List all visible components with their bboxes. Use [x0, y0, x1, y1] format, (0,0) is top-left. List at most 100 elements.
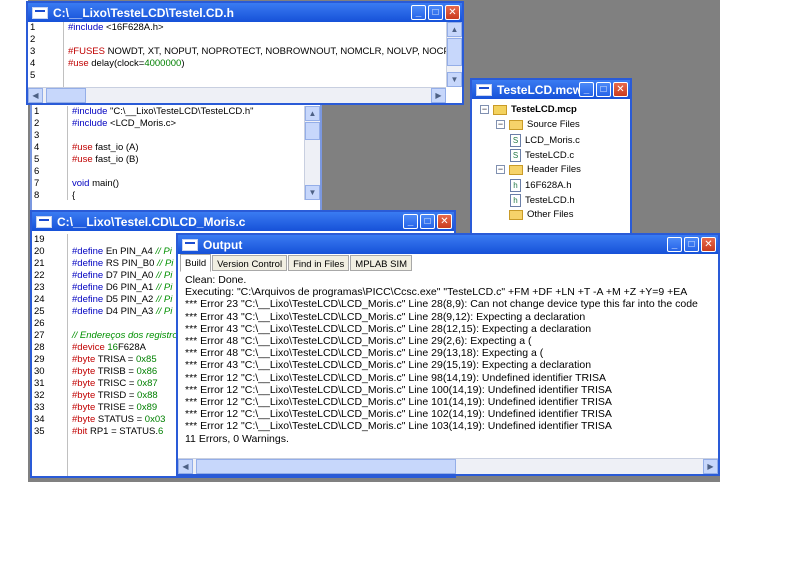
- maximize-button[interactable]: □: [684, 237, 699, 252]
- scroll-down-arrow-icon[interactable]: ▼: [305, 185, 320, 200]
- code-line[interactable]: [72, 166, 304, 178]
- window-title: C:\__Lixo\TesteLCD\Testel.CD.h: [53, 5, 234, 20]
- output-line[interactable]: *** Error 43 "C:\__Lixo\TesteLCD\LCD_Mor…: [185, 311, 716, 323]
- scroll-thumb[interactable]: [46, 88, 86, 103]
- output-window[interactable]: Output _ □ ✕ Build Version Control Find …: [176, 233, 720, 476]
- line-number: 1: [34, 106, 40, 117]
- workspace-icon: [476, 83, 492, 96]
- code-line[interactable]: #include <LCD_Moris.c>: [72, 118, 304, 130]
- code-area[interactable]: 12345 #include <16F628A.h> #FUSES NOWDT, …: [28, 22, 446, 87]
- tree-item[interactable]: Other Files: [496, 209, 573, 220]
- scroll-thumb[interactable]: [447, 38, 462, 66]
- output-line[interactable]: *** Error 43 "C:\__Lixo\TesteLCD\LCD_Mor…: [185, 359, 716, 371]
- output-line[interactable]: *** Error 23 "C:\__Lixo\TesteLCD\LCD_Mor…: [185, 298, 716, 310]
- code-line[interactable]: #include <16F628A.h>: [68, 22, 446, 34]
- project-window[interactable]: TesteLCD.mcw _ □ ✕ − TesteLCD.mcp − Source …: [470, 78, 632, 236]
- output-line[interactable]: *** Error 12 "C:\__Lixo\TesteLCD\LCD_Mor…: [185, 384, 716, 396]
- tree-item[interactable]: − TesteLCD.mcp: [480, 104, 577, 115]
- minimize-button[interactable]: _: [579, 82, 594, 97]
- output-line[interactable]: *** Error 12 "C:\__Lixo\TesteLCD\LCD_Mor…: [185, 420, 716, 432]
- maximize-button[interactable]: □: [428, 5, 443, 20]
- scroll-right-arrow-icon[interactable]: ▶: [703, 459, 718, 474]
- output-line[interactable]: 11 Errors, 0 Warnings.: [185, 433, 716, 445]
- code-token: {: [72, 190, 76, 200]
- output-line[interactable]: Executing: "C:\Arquivos de programas\PIC…: [185, 286, 716, 298]
- close-button[interactable]: ✕: [445, 5, 460, 20]
- code-token: D4 PIN_A3: [105, 306, 156, 317]
- tree-item[interactable]: − Source Files: [496, 119, 580, 130]
- code-line[interactable]: #use fast_io (B): [72, 154, 304, 166]
- vertical-scrollbar[interactable]: ▲ ▼: [446, 22, 462, 87]
- close-button[interactable]: ✕: [701, 237, 716, 252]
- expand-collapse-icon[interactable]: −: [480, 105, 489, 114]
- scroll-up-arrow-icon[interactable]: ▲: [305, 106, 320, 121]
- code-line[interactable]: #include "C:\__Lixo\TesteLCD\TesteLCD.h": [72, 106, 304, 118]
- code-token: 0x87: [137, 378, 158, 389]
- tab-build[interactable]: Build: [180, 254, 212, 272]
- window-titlebar[interactable]: Output _ □ ✕: [178, 235, 718, 254]
- scroll-thumb[interactable]: [196, 459, 456, 474]
- maximize-button[interactable]: □: [420, 214, 435, 229]
- editor-window-testelcd-h[interactable]: C:\__Lixo\TesteLCD\Testel.CD.h _ □ ✕ 123…: [26, 1, 464, 105]
- scroll-right-arrow-icon[interactable]: ▶: [431, 88, 446, 103]
- editor-window-testelcd-c[interactable]: 12345678 #include "C:\__Lixo\TesteLCD\Te…: [30, 88, 322, 218]
- close-button[interactable]: ✕: [437, 214, 452, 229]
- output-line[interactable]: Clean: Done.: [185, 274, 716, 286]
- tree-item[interactable]: h TesteLCD.h: [510, 194, 575, 207]
- horizontal-scrollbar[interactable]: ◀ ▶: [178, 458, 718, 474]
- code-token: // Pi: [155, 282, 173, 293]
- expand-collapse-icon[interactable]: −: [496, 165, 505, 174]
- code-line[interactable]: #use fast_io (A): [72, 142, 304, 154]
- output-line[interactable]: *** Error 43 "C:\__Lixo\TesteLCD\LCD_Mor…: [185, 323, 716, 335]
- output-line[interactable]: *** Error 12 "C:\__Lixo\TesteLCD\LCD_Mor…: [185, 396, 716, 408]
- tree-item[interactable]: − Header Files: [496, 164, 581, 175]
- line-number: 30: [34, 366, 45, 377]
- code-line[interactable]: {: [72, 190, 304, 200]
- scroll-down-arrow-icon[interactable]: ▼: [447, 72, 462, 87]
- tab-version-control[interactable]: Version Control: [212, 255, 288, 271]
- minimize-button[interactable]: _: [411, 5, 426, 20]
- code-lines[interactable]: #include <16F628A.h> #FUSES NOWDT, XT, NO…: [68, 22, 446, 82]
- output-line[interactable]: *** Error 48 "C:\__Lixo\TesteLCD\LCD_Mor…: [185, 347, 716, 359]
- window-titlebar[interactable]: C:\__Lixo\TesteLCD\Testel.CD.h _ □ ✕: [28, 3, 462, 22]
- tree-item[interactable]: S LCD_Moris.c: [510, 134, 580, 147]
- code-token: <LCD_Moris.c>: [110, 118, 177, 129]
- code-line[interactable]: [72, 130, 304, 142]
- window-titlebar[interactable]: TesteLCD.mcw _ □ ✕: [472, 80, 630, 99]
- code-token: delay(clock=: [91, 58, 145, 69]
- tab-mplab-sim[interactable]: MPLAB SIM: [350, 255, 413, 271]
- code-area[interactable]: 12345678 #include "C:\__Lixo\TesteLCD\Te…: [32, 106, 304, 200]
- tree-item[interactable]: S TesteLCD.c: [510, 149, 574, 162]
- code-line[interactable]: #FUSES NOWDT, XT, NOPUT, NOPROTECT, NOBR…: [68, 46, 446, 58]
- minimize-button[interactable]: _: [667, 237, 682, 252]
- scroll-left-arrow-icon[interactable]: ◀: [28, 88, 43, 103]
- minimize-button[interactable]: _: [403, 214, 418, 229]
- vertical-scrollbar[interactable]: ▲ ▼: [304, 106, 320, 200]
- close-button[interactable]: ✕: [613, 82, 628, 97]
- output-line[interactable]: *** Error 12 "C:\__Lixo\TesteLCD\LCD_Mor…: [185, 372, 716, 384]
- tree-item[interactable]: h 16F628A.h: [510, 179, 571, 192]
- window-titlebar[interactable]: C:\__Lixo\Testel.CD\LCD_Moris.c _ □ ✕: [32, 212, 454, 231]
- code-line[interactable]: [68, 34, 446, 46]
- scroll-left-arrow-icon[interactable]: ◀: [178, 459, 193, 474]
- expand-collapse-icon[interactable]: −: [496, 120, 505, 129]
- output-line[interactable]: *** Error 12 "C:\__Lixo\TesteLCD\LCD_Mor…: [185, 408, 716, 420]
- output-icon: [182, 238, 198, 251]
- code-token: TRISC =: [97, 378, 138, 389]
- code-token: D6 PIN_A1: [105, 282, 156, 293]
- code-line[interactable]: #use delay(clock=4000000): [68, 58, 446, 70]
- code-token: #use: [72, 142, 96, 153]
- code-lines[interactable]: #include "C:\__Lixo\TesteLCD\TesteLCD.h"…: [72, 106, 304, 200]
- code-line[interactable]: [68, 70, 446, 82]
- line-number: 33: [34, 402, 45, 413]
- output-line[interactable]: *** Error 48 "C:\__Lixo\TesteLCD\LCD_Mor…: [185, 335, 716, 347]
- tab-find-in-files[interactable]: Find in Files: [288, 255, 350, 271]
- tree-item-label: LCD_Moris.c: [525, 135, 580, 146]
- scroll-up-arrow-icon[interactable]: ▲: [447, 22, 462, 37]
- horizontal-scrollbar[interactable]: ◀ ▶: [28, 87, 446, 103]
- build-output-text[interactable]: Clean: Done. Executing: "C:\Arquivos de p…: [182, 272, 716, 458]
- scroll-thumb[interactable]: [305, 122, 320, 140]
- code-line[interactable]: void main(): [72, 178, 304, 190]
- maximize-button[interactable]: □: [596, 82, 611, 97]
- code-token: D7 PIN_A0: [105, 270, 156, 281]
